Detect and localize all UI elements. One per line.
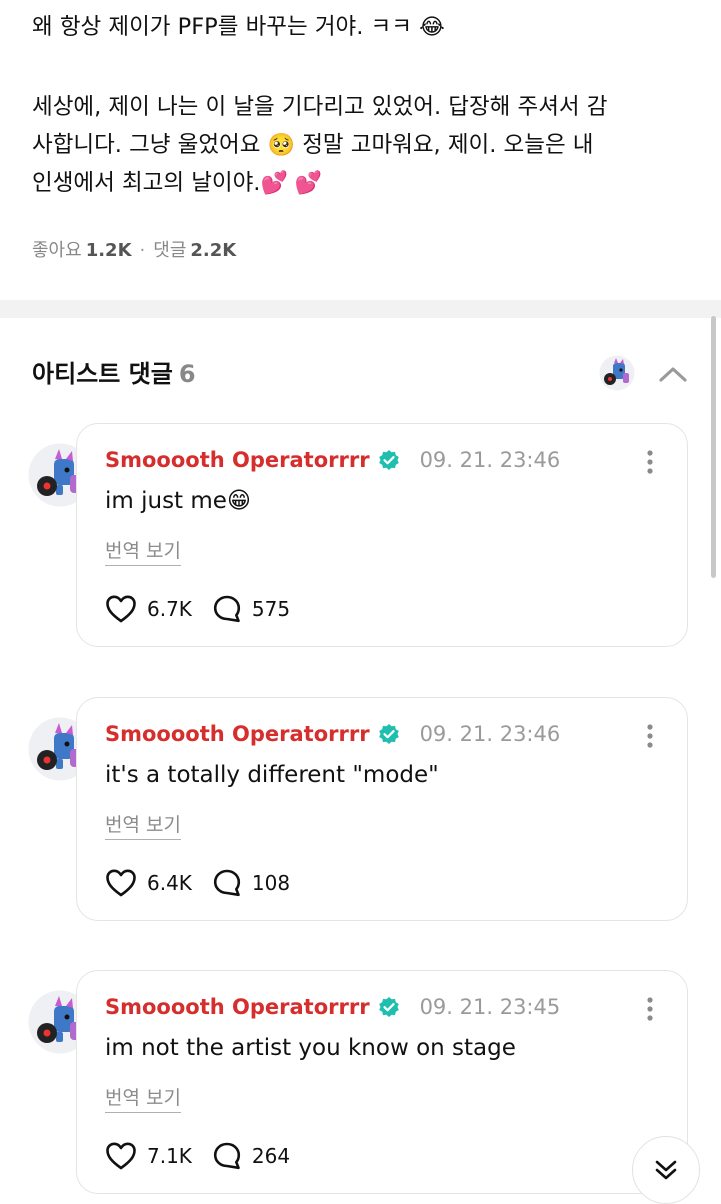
comment-actions: 6.7K 575	[105, 594, 290, 624]
post-line: 왜 항상 제이가 PFP를 바꾸는 거야. ㅋㅋ 😂	[32, 8, 445, 47]
comment-timestamp: 09. 21. 23:46	[419, 448, 561, 472]
comment-card: Smooooth Operatorrrr 09. 21. 23:45 im no…	[76, 970, 688, 1194]
post-line: 세상에, 제이 나는 이 날을 기다리고 있었어. 답장해 주셔서 감	[32, 94, 608, 120]
more-vertical-icon[interactable]	[647, 997, 653, 1021]
two-hearts-emoji: 💕 💕	[260, 171, 323, 196]
like-count: 6.7K	[147, 597, 192, 621]
like-count: 7.1K	[147, 1144, 192, 1168]
comment-timestamp: 09. 21. 23:46	[419, 722, 561, 746]
reply-count: 575	[251, 597, 291, 621]
verified-badge-icon	[378, 997, 399, 1017]
comment-bubble-icon[interactable]	[212, 868, 242, 898]
like-count: 6.4K	[147, 871, 192, 895]
translate-link[interactable]: 번역 보기	[105, 536, 181, 566]
heart-icon[interactable]	[105, 594, 137, 624]
comment-header: Smooooth Operatorrrr 09. 21. 23:45	[105, 995, 560, 1019]
likes-count[interactable]: 1.2K	[86, 240, 132, 261]
author-name[interactable]: Smooooth Operatorrrr	[105, 448, 370, 472]
section-divider	[0, 300, 721, 318]
section-title: 아티스트 댓글	[32, 360, 173, 388]
comment-actions: 6.4K 108	[105, 868, 290, 898]
double-chevron-down-icon	[655, 1160, 677, 1180]
likes-label: 좋아요	[32, 240, 82, 261]
artist-avatar-icon[interactable]	[599, 355, 635, 391]
translate-link[interactable]: 번역 보기	[105, 810, 181, 840]
post-text: 정말 고마워요, 제이. 오늘은 내	[302, 132, 594, 158]
post-line: 인생에서 최고의 날이야.💕 💕	[32, 164, 322, 203]
verified-badge-icon	[378, 450, 399, 470]
chevron-up-icon[interactable]	[655, 360, 691, 388]
section-count: 6	[178, 360, 196, 388]
verified-badge-icon	[378, 724, 399, 744]
tears-of-joy-emoji: 😂	[419, 15, 445, 40]
separator: ·	[139, 240, 146, 261]
heart-icon[interactable]	[105, 1141, 137, 1171]
reply-count: 108	[251, 871, 291, 895]
post-text: 인생에서 최고의 날이야.	[32, 170, 261, 196]
comment-card: Smooooth Operatorrrr 09. 21. 23:46 im ju…	[76, 423, 688, 647]
author-name[interactable]: Smooooth Operatorrrr	[105, 722, 370, 746]
post-stats: 좋아요 1.2K · 댓글 2.2K	[32, 236, 236, 262]
comment-actions: 7.1K 264	[105, 1141, 290, 1171]
comments-label: 댓글	[153, 240, 187, 261]
comment-header: Smooooth Operatorrrr 09. 21. 23:46	[105, 722, 560, 746]
scroll-down-button[interactable]	[632, 1136, 700, 1204]
heart-icon[interactable]	[105, 868, 137, 898]
more-vertical-icon[interactable]	[647, 450, 653, 474]
reply-count: 264	[251, 1144, 291, 1168]
more-vertical-icon[interactable]	[647, 724, 653, 748]
comment-timestamp: 09. 21. 23:45	[419, 995, 561, 1019]
comment-text: it's a totally different "mode"	[105, 762, 439, 788]
comment-bubble-icon[interactable]	[212, 594, 242, 624]
comment-text: im just me😁	[105, 488, 251, 514]
comment-bubble-icon[interactable]	[212, 1141, 242, 1171]
post-text: 사합니다. 그냥 울었어요	[32, 132, 261, 158]
comment-card: Smooooth Operatorrrr 09. 21. 23:46 it's …	[76, 697, 688, 921]
post-text: 왜 항상 제이가 PFP를 바꾸는 거야. ㅋㅋ	[32, 14, 412, 40]
artist-comments-header: 아티스트 댓글 6	[32, 354, 196, 389]
comments-count[interactable]: 2.2K	[190, 240, 236, 261]
post-line: 사합니다. 그냥 울었어요 🥺 정말 고마워요, 제이. 오늘은 내	[32, 126, 594, 165]
comment-text: im not the artist you know on stage	[105, 1035, 516, 1061]
comment-header: Smooooth Operatorrrr 09. 21. 23:46	[105, 448, 560, 472]
pleading-face-emoji: 🥺	[267, 133, 296, 158]
author-name[interactable]: Smooooth Operatorrrr	[105, 995, 370, 1019]
translate-link[interactable]: 번역 보기	[105, 1083, 181, 1113]
scrollbar[interactable]	[711, 316, 716, 578]
